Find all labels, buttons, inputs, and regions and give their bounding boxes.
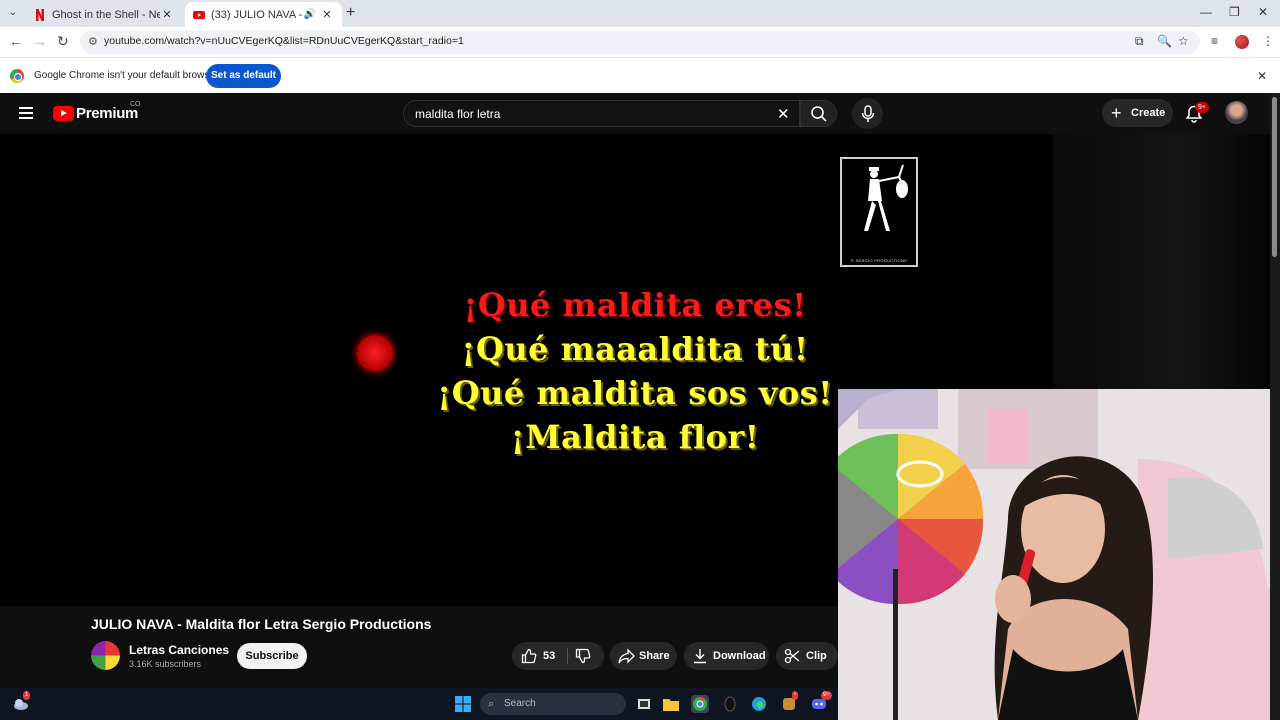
app-icon[interactable]: • [780, 691, 799, 713]
like-count[interactable]: 53 [543, 642, 555, 670]
close-infobar-icon[interactable]: ✕ [1257, 69, 1267, 83]
minimize-icon[interactable]: — [1200, 5, 1212, 19]
page-scrollbar[interactable] [1270, 93, 1280, 720]
windows-taskbar: 1 ⌕ Search • 9+ [0, 688, 838, 720]
task-view-icon[interactable] [635, 695, 653, 713]
discord-badge: 9+ [821, 691, 832, 700]
account-avatar[interactable] [1225, 101, 1248, 124]
edge-icon[interactable] [750, 695, 768, 713]
sergio-productions-logo: © SERGIO PRODUCTIONS [840, 157, 918, 267]
share-icon [618, 648, 635, 664]
address-bar[interactable]: ⚙ youtube.com/watch?v=nUuCVEgerKQ&list=R… [80, 30, 1200, 54]
dislike-icon[interactable] [575, 648, 591, 664]
lyric-line-1: ¡Qué maldita eres! [463, 286, 807, 324]
logo-caption: © SERGIO PRODUCTIONS [850, 258, 908, 263]
close-tab-icon[interactable]: ✕ [160, 8, 174, 21]
speaker-icon[interactable]: 🔊 [304, 9, 316, 20]
lyric-line-2: ¡Qué maaaldita tú! [461, 330, 809, 368]
youtube-icon [193, 10, 205, 19]
windows-start-icon[interactable] [454, 695, 472, 713]
reload-icon[interactable]: ↻ [57, 33, 69, 50]
infobar-message: Google Chrome isn't your default browser [34, 70, 219, 81]
like-icon[interactable] [521, 648, 537, 664]
create-button[interactable]: + Create [1102, 99, 1173, 127]
walking-man-icon [864, 164, 908, 231]
download-icon [694, 649, 706, 664]
like-dislike-group: 53 [512, 642, 604, 670]
create-label: Create [1131, 107, 1166, 119]
channel-avatar[interactable] [91, 641, 120, 670]
cast-icon[interactable]: ⧉ [1135, 34, 1144, 49]
plus-icon: + [1111, 103, 1122, 123]
lyric-line-3: ¡Qué maldita sos vos! [437, 374, 833, 412]
netflix-icon [36, 8, 44, 21]
chrome-taskbar-icon[interactable] [691, 695, 709, 713]
tab-title: (33) JULIO NAVA - Maldita [211, 8, 304, 21]
profile-avatar[interactable] [1235, 35, 1249, 49]
tab-netflix[interactable]: Ghost in the Shell - Netflix ✕ [26, 2, 182, 27]
video-title: JULIO NAVA - Maldita flor Letra Sergio P… [91, 616, 432, 632]
new-tab-button[interactable]: + [346, 4, 355, 22]
search-icon: ⌕ [488, 698, 495, 710]
voice-search-button[interactable] [852, 98, 883, 129]
app-notification-dot: • [792, 691, 799, 700]
channel-name[interactable]: Letras Canciones [129, 643, 229, 657]
default-browser-infobar: Google Chrome isn't your default browser… [0, 57, 1280, 93]
like-divider [567, 648, 568, 664]
browser-tab-bar: ⌄ Ghost in the Shell - Netflix ✕ (33) JU… [0, 0, 1280, 27]
tab-search-chevron-icon[interactable]: ⌄ [4, 4, 22, 22]
download-button[interactable]: Download [684, 642, 769, 670]
zoom-icon[interactable]: 🔍 [1157, 34, 1172, 48]
country-code: CO [130, 101, 141, 108]
file-explorer-icon[interactable] [662, 695, 680, 713]
youtube-premium-wordmark[interactable]: Premium [76, 105, 138, 122]
search-input[interactable]: maldita flor letra ✕ [403, 100, 800, 127]
notification-count-badge: 9+ [1195, 102, 1209, 113]
close-window-icon[interactable]: ✕ [1258, 5, 1268, 19]
search-value[interactable]: maldita flor letra [415, 107, 500, 121]
browser-toolbar: ← → ↻ ⚙ youtube.com/watch?v=nUuCVEgerKQ&… [0, 27, 1280, 57]
share-button[interactable]: Share [610, 642, 677, 670]
bookmark-star-icon[interactable]: ☆ [1178, 34, 1189, 48]
alien-app-icon[interactable] [721, 695, 739, 713]
tab-youtube[interactable]: (33) JULIO NAVA - Maldita 🔊 ✕ [185, 2, 342, 27]
media-control-icon[interactable]: ≡ [1211, 34, 1218, 48]
search-icon [810, 105, 827, 122]
tab-title: Ghost in the Shell - Netflix [52, 8, 160, 21]
clip-label: Clip [806, 650, 827, 662]
site-info-icon[interactable]: ⚙ [88, 35, 98, 48]
menu-kebab-icon[interactable]: ⋮ [1262, 34, 1274, 48]
close-tab-icon[interactable]: ✕ [320, 8, 334, 21]
taskbar-search-box[interactable]: ⌕ Search [480, 693, 626, 715]
download-label: Download [713, 650, 766, 662]
microphone-icon [861, 104, 874, 122]
forward-icon[interactable]: → [33, 33, 47, 49]
scissors-icon [784, 648, 800, 664]
webcam-overlay [838, 389, 1280, 720]
chrome-logo-icon [10, 69, 24, 83]
video-side-area [1053, 134, 1270, 389]
webcam-feed-illustration [838, 389, 1280, 720]
subscribe-button[interactable]: Subscribe [237, 643, 307, 669]
set-as-default-button[interactable]: Set as default [206, 64, 281, 88]
clear-search-icon[interactable]: ✕ [777, 105, 790, 123]
weather-badge: 1 [23, 691, 31, 700]
taskbar-search-placeholder: Search [504, 698, 536, 709]
scrollbar-thumb[interactable] [1272, 97, 1277, 257]
subscriber-count: 3.16K subscribers [129, 659, 202, 669]
clip-button[interactable]: Clip [776, 642, 838, 670]
weather-widget-icon[interactable]: 1 [12, 691, 31, 713]
cursor-highlight-dot [357, 335, 393, 371]
discord-icon[interactable]: 9+ [810, 691, 832, 713]
search-button[interactable] [800, 100, 837, 127]
restore-icon[interactable]: ❐ [1229, 5, 1240, 19]
youtube-header: Premium CO maldita flor letra ✕ + Create… [0, 93, 1280, 134]
url-text[interactable]: youtube.com/watch?v=nUuCVEgerKQ&list=RDn… [104, 35, 464, 47]
hamburger-menu-icon[interactable] [19, 107, 33, 119]
lyric-line-4: ¡Maldita flor! [510, 418, 760, 456]
share-label: Share [639, 650, 670, 662]
back-icon[interactable]: ← [9, 33, 23, 49]
youtube-logo-icon[interactable] [53, 106, 74, 121]
